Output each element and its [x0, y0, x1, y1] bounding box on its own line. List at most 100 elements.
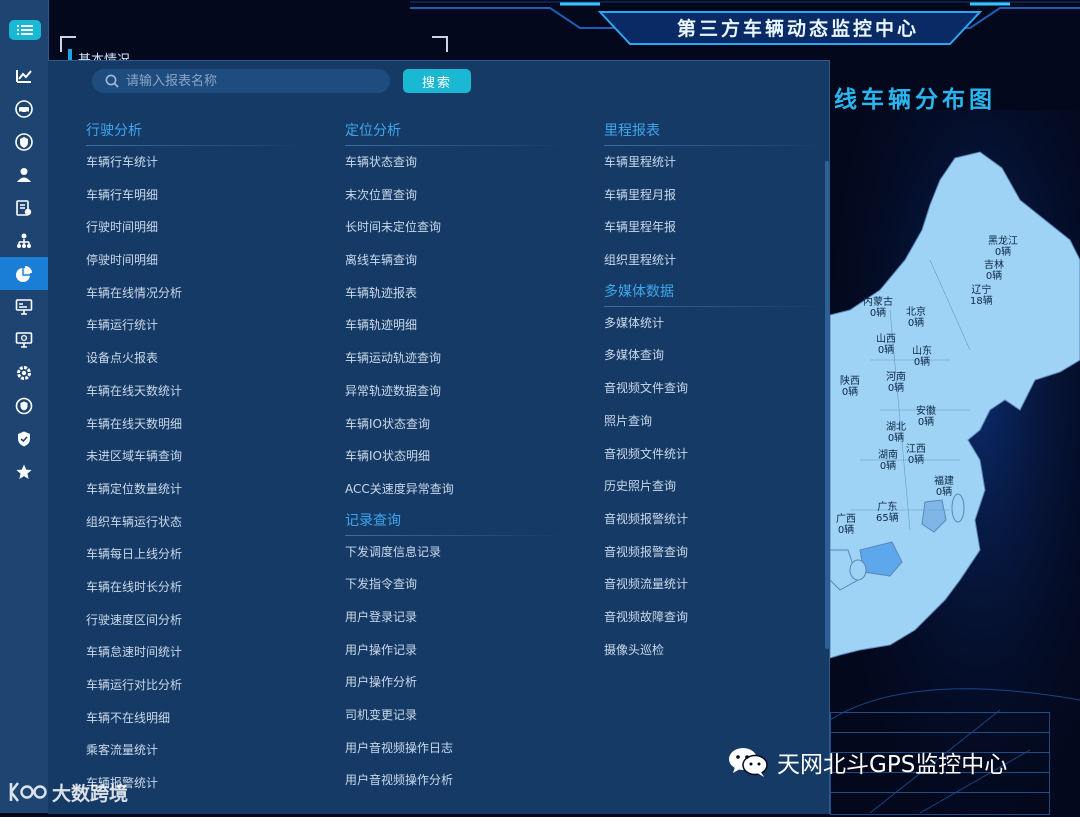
report-menu-item[interactable]: 车辆每日上线分析 [86, 538, 331, 571]
report-list: 车辆状态查询 末次位置查询 长时间未定位查询 离线车辆查询 车辆轨迹报表 车辆轨… [345, 146, 590, 506]
panel-scrollbar[interactable] [825, 161, 829, 649]
report-menu-item[interactable]: 停驶时间明细 [86, 244, 331, 277]
report-menu-item[interactable]: 历史照片查询 [604, 470, 849, 503]
report-menu-item[interactable]: 车辆状态查询 [345, 146, 590, 179]
report-menu-item[interactable]: 行驶时间明细 [86, 211, 331, 244]
report-menu-item[interactable]: ACC关速度异常查询 [345, 473, 590, 506]
map-region-label: 山西 0辆 [876, 334, 896, 356]
rail-item-security[interactable] [0, 125, 48, 158]
corner-bracket [432, 36, 448, 52]
report-menu-item[interactable]: 组织车辆运行状态 [86, 506, 331, 539]
rail-item-favorites[interactable] [0, 455, 48, 488]
report-menu-item[interactable]: 音视频流量统计 [604, 568, 849, 601]
report-menu-item[interactable]: 音视频报警统计 [604, 503, 849, 536]
rail-item-protection[interactable] [0, 422, 48, 455]
list-icon [17, 25, 33, 35]
report-search-input[interactable] [126, 72, 381, 90]
report-menu-item[interactable]: 用户音视频操作分析 [345, 764, 590, 797]
report-menu-item[interactable]: 车辆行车统计 [86, 146, 331, 179]
report-menu-item[interactable]: 车辆行车明细 [86, 179, 331, 212]
report-menu-item[interactable]: 下发指令查询 [345, 568, 590, 601]
report-menu-item[interactable]: 车辆轨迹报表 [345, 277, 590, 310]
rail-item-vehicle[interactable] [0, 92, 48, 125]
report-menu-item[interactable]: 车辆在线时长分析 [86, 571, 331, 604]
rail-item-sync[interactable] [0, 389, 48, 422]
report-menu-item[interactable]: 车辆在线天数统计 [86, 375, 331, 408]
report-menu-item[interactable]: 设备点火报表 [86, 342, 331, 375]
report-menu-item[interactable]: 音视频故障查询 [604, 601, 849, 634]
screen-search-icon [15, 331, 33, 348]
map-region-label: 山东 0辆 [912, 346, 932, 368]
report-menu-item[interactable]: 车辆运行统计 [86, 309, 331, 342]
map-region-label: 吉林 0辆 [984, 260, 1004, 282]
search-box [92, 69, 390, 93]
map-region-label: 黑龙江 0辆 [988, 236, 1018, 258]
map-region-label: 福建 0辆 [934, 476, 954, 498]
group-title: 行驶分析 [86, 116, 331, 146]
report-menu-item[interactable]: 车辆在线天数明细 [86, 408, 331, 441]
report-menu-item[interactable]: 司机变更记录 [345, 699, 590, 732]
report-menu-item[interactable]: 车辆定位数量统计 [86, 473, 331, 506]
report-menu-item[interactable]: 异常轨迹数据查询 [345, 375, 590, 408]
report-menu-item[interactable]: 未进区域车辆查询 [86, 440, 331, 473]
menu-toggle-button[interactable] [9, 20, 41, 40]
map-region-label: 辽宁 18辆 [970, 285, 993, 307]
watermark-left-text: 大数跨境 [52, 782, 129, 805]
dashboard-title: 第三方车辆动态监控中心 [676, 18, 919, 40]
map-region-label: 广东 65辆 [876, 502, 899, 524]
rail-item-organization[interactable] [0, 224, 48, 257]
report-menu-item[interactable]: 车辆轨迹明细 [345, 309, 590, 342]
report-menu-item[interactable]: 乘客流量统计 [86, 734, 331, 767]
report-menu-item[interactable]: 车辆怠速时间统计 [86, 636, 331, 669]
monitor-icon [15, 298, 33, 315]
group-title: 记录查询 [345, 506, 590, 536]
report-menu-item[interactable]: 用户登录记录 [345, 601, 590, 634]
report-menu-item[interactable]: 用户操作记录 [345, 634, 590, 667]
rail-item-trend[interactable] [0, 59, 48, 92]
rail-item-monitor[interactable] [0, 290, 48, 323]
report-menu-item[interactable]: 行驶速度区间分析 [86, 604, 331, 637]
star-icon [16, 464, 32, 479]
watermark-logo: 大数跨境 [8, 775, 128, 809]
report-menu-item[interactable]: 末次位置查询 [345, 179, 590, 212]
report-menu-item[interactable]: 多媒体查询 [604, 339, 849, 372]
watermark-right-text: 天网北斗GPS监控中心 [777, 752, 1008, 778]
report-menu-item[interactable]: 照片查询 [604, 405, 849, 438]
report-menu-item[interactable]: 音视频文件查询 [604, 372, 849, 405]
map-region-label: 江西 0辆 [906, 444, 926, 466]
report-column-3: 里程报表 车辆里程统计 车辆里程月报 车辆里程年报 组织里程统计 多媒体数据 多… [604, 116, 849, 666]
report-menu-item[interactable]: 摄像头巡检 [604, 634, 849, 667]
report-menu-item[interactable]: 音视频报警查询 [604, 536, 849, 569]
report-menu-item[interactable]: 车辆不在线明细 [86, 702, 331, 735]
report-menu-item[interactable]: 下发调度信息记录 [345, 536, 590, 569]
report-menu-item[interactable]: 车辆在线情况分析 [86, 277, 331, 310]
report-menu-item[interactable]: 车辆里程月报 [604, 179, 849, 212]
rail-item-report-config[interactable] [0, 191, 48, 224]
map-region-label: 河南 0辆 [886, 372, 906, 394]
report-menu-item[interactable]: 车辆里程统计 [604, 146, 849, 179]
rail-item-reports[interactable] [0, 257, 48, 290]
group-title: 定位分析 [345, 116, 590, 146]
report-menu-item[interactable]: 车辆运行对比分析 [86, 669, 331, 702]
report-menu-item[interactable]: 用户操作分析 [345, 666, 590, 699]
report-menu-item[interactable]: 音视频文件统计 [604, 438, 849, 471]
group-title: 里程报表 [604, 116, 849, 146]
report-menu-item[interactable]: 多媒体统计 [604, 307, 849, 340]
china-map-shape [829, 110, 1080, 814]
report-menu-item[interactable]: 组织里程统计 [604, 244, 849, 277]
brand-logo-icon [9, 782, 47, 802]
report-menu-item[interactable]: 车辆里程年报 [604, 211, 849, 244]
rail-item-user[interactable] [0, 158, 48, 191]
report-menu-item[interactable]: 车辆IO状态明细 [345, 440, 590, 473]
report-menu-item[interactable]: 离线车辆查询 [345, 244, 590, 277]
report-menu-item[interactable]: 车辆IO状态查询 [345, 408, 590, 441]
report-menu-item[interactable]: 车辆运动轨迹查询 [345, 342, 590, 375]
report-menu-item[interactable]: 长时间未定位查询 [345, 211, 590, 244]
report-list: 下发调度信息记录 下发指令查询 用户登录记录 用户操作记录 用户操作分析 司机变… [345, 536, 590, 798]
report-menu-item[interactable]: 用户音视频操作日志 [345, 732, 590, 765]
rail-item-settings[interactable] [0, 356, 48, 389]
report-settings-icon [16, 199, 32, 216]
search-button[interactable]: 搜索 [403, 69, 471, 93]
rail-item-screen[interactable] [0, 323, 48, 356]
pie-chart-icon [16, 265, 32, 282]
